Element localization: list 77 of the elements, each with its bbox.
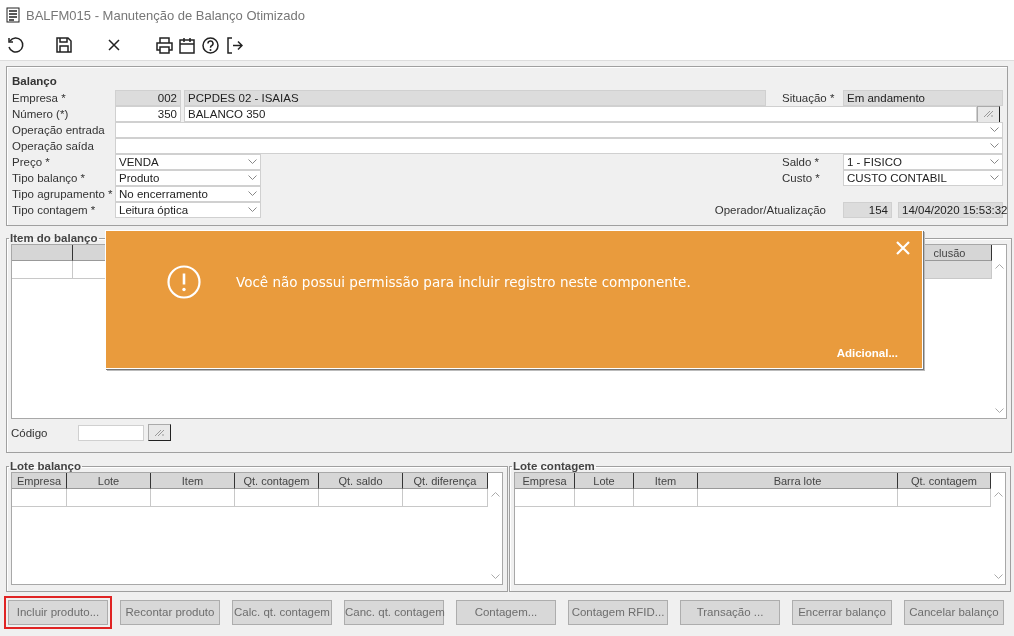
field-label: Saldo * [782,156,820,168]
document-icon [6,7,20,23]
calendar-icon[interactable] [179,36,195,54]
close-icon[interactable] [107,38,121,52]
exit-icon[interactable] [226,36,243,54]
text-field[interactable]: 350 [115,106,181,122]
column-header[interactable]: Qt. saldo [319,473,403,489]
field-label: Tipo contagem * [12,204,96,216]
field-label: Número (*) [12,108,69,120]
table-cell [575,489,634,507]
field-label: Tipo balanço * [12,172,86,184]
scroll-down-icon[interactable] [490,574,500,580]
column-header[interactable]: Qt. diferença [403,473,488,489]
dropdown-field[interactable]: VENDA [115,154,261,170]
save-icon[interactable] [56,37,72,53]
field-label: Código [11,426,48,439]
dropdown-field[interactable] [115,138,1003,154]
field-label: Tipo agrupamento * [12,188,113,200]
text-field[interactable]: Em andamento [843,90,1003,106]
text-field[interactable]: BALANCO 350 [184,106,977,122]
field-label: Balanço [12,75,57,87]
dropdown-field[interactable]: 1 - FISICO [843,154,1003,170]
chevron-icon [990,159,999,165]
window-title: BALFM015 - Manutenção de Balanço Otimizado [26,7,305,23]
dropdown-field[interactable]: Leitura óptica [115,202,261,218]
chevron-icon [248,159,257,165]
table-cell [634,489,698,507]
column-header[interactable]: Item [634,473,698,489]
help-icon[interactable] [202,36,219,54]
group-title: Lote contagem [513,460,595,472]
field-label: Empresa * [12,92,66,104]
column-header[interactable]: Empresa [515,473,575,489]
field-label: Custo * [782,172,820,184]
column-header[interactable]: Qt. contagem [898,473,991,489]
column-header[interactable]: Lote [67,473,151,489]
chevron-icon [990,175,999,181]
scroll-up-icon[interactable] [994,263,1004,269]
field-label: Operação entrada [12,124,105,136]
column-header[interactable]: Lote [575,473,634,489]
dropdown-field[interactable]: Produto [115,170,261,186]
scroll-down-icon[interactable] [993,574,1003,580]
column-header[interactable]: Item [151,473,235,489]
wand-icon [983,110,994,118]
column-header[interactable] [73,245,106,261]
wand-icon [154,428,165,437]
column-header[interactable] [12,245,73,261]
text-field[interactable]: 154 [843,202,892,218]
chevron-icon [248,175,257,181]
text-field[interactable]: PCPDES 02 - ISAIAS [184,90,766,106]
print-icon[interactable] [156,36,173,54]
dropdown-field[interactable] [115,122,1003,138]
dropdown-field[interactable]: No encerramento [115,186,261,202]
text-field[interactable]: 002 [115,90,181,106]
notification-message: Você não possui permissão para incluir registro neste componente. [236,274,691,290]
undo-icon[interactable] [6,36,24,54]
lookup-button[interactable] [148,424,171,441]
scroll-down-icon[interactable] [994,408,1004,414]
column-header[interactable]: Qt. contagem [235,473,319,489]
chevron-icon [248,191,257,197]
scroll-up-icon[interactable] [993,491,1003,497]
scroll-up-icon[interactable] [490,491,500,497]
group-title: Lote balanço [10,460,81,472]
warning-icon [167,265,201,299]
field-label: Operador/Atualização [714,204,826,216]
field-label: Operação saída [12,140,94,152]
table-cell [515,489,575,507]
chevron-icon [248,207,257,213]
field-label: Preço * [12,156,50,168]
column-header[interactable]: Barra lote [698,473,898,489]
field-label: Situação * [782,92,835,104]
chevron-icon [990,143,999,149]
chevron-icon [990,127,999,133]
table-cell [12,489,67,507]
column-header[interactable]: Empresa [12,473,67,489]
text-field[interactable] [78,424,144,441]
group-title: Item do balanço [10,232,98,244]
dropdown-field[interactable]: CUSTO CONTABIL [843,170,1003,186]
